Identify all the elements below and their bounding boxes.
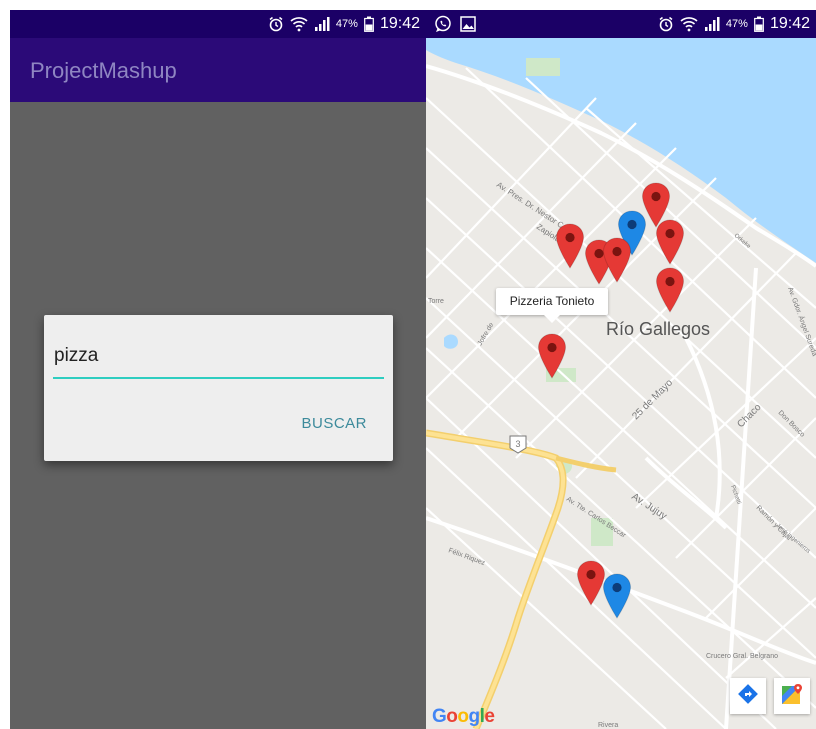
red-map-marker[interactable] — [655, 267, 685, 313]
status-time: 19:42 — [769, 15, 810, 32]
svg-text:3: 3 — [515, 439, 520, 449]
battery-icon — [364, 16, 374, 32]
red-map-marker[interactable] — [655, 219, 685, 265]
google-maps-icon — [780, 682, 804, 710]
alarm-icon — [268, 16, 284, 32]
red-map-marker[interactable] — [537, 333, 567, 379]
app-title: ProjectMashup — [30, 58, 177, 83]
city-label: Río Gallegos — [606, 319, 711, 339]
image-icon — [460, 16, 476, 32]
open-maps-button[interactable] — [774, 678, 810, 714]
status-time: 19:42 — [379, 15, 420, 32]
marker-info-window[interactable]: Pizzeria Tonieto — [496, 288, 608, 323]
google-attribution: Google — [432, 706, 495, 727]
battery-percent: 47% — [335, 18, 358, 30]
wifi-icon — [680, 16, 698, 32]
alarm-icon — [658, 16, 674, 32]
street-label: Crucero Gral. Belgrano — [706, 653, 778, 660]
red-map-marker[interactable] — [555, 223, 585, 269]
right-phone-screen: 47% 19:42 3 Av. Pres. Dr. Nestor C. Zapi… — [426, 10, 816, 729]
search-dialog: pizza BUSCAR — [44, 315, 393, 461]
search-input[interactable]: pizza — [53, 345, 384, 379]
red-map-marker[interactable] — [602, 237, 632, 283]
wifi-icon — [290, 16, 308, 32]
directions-icon — [737, 683, 759, 709]
signal-icon — [314, 16, 330, 32]
battery-percent: 47% — [725, 18, 748, 30]
status-bar: 47% 19:42 — [10, 10, 426, 38]
left-phone-screen: 47% 19:42 ProjectMashup pizza BUSCAR — [10, 10, 426, 729]
whatsapp-icon — [434, 15, 452, 33]
directions-button[interactable] — [730, 678, 766, 714]
battery-icon — [754, 16, 764, 32]
search-button[interactable]: BUSCAR — [301, 415, 367, 432]
street-label: Rivera — [598, 722, 618, 729]
street-label: Torre — [428, 298, 444, 305]
status-bar: 47% 19:42 — [426, 10, 816, 38]
blue-map-marker[interactable] — [602, 573, 632, 619]
signal-icon — [704, 16, 720, 32]
app-bar: ProjectMashup — [10, 38, 426, 102]
map-view[interactable]: 3 Av. Pres. Dr. Nestor C. Zapiola 25 de … — [426, 38, 816, 729]
